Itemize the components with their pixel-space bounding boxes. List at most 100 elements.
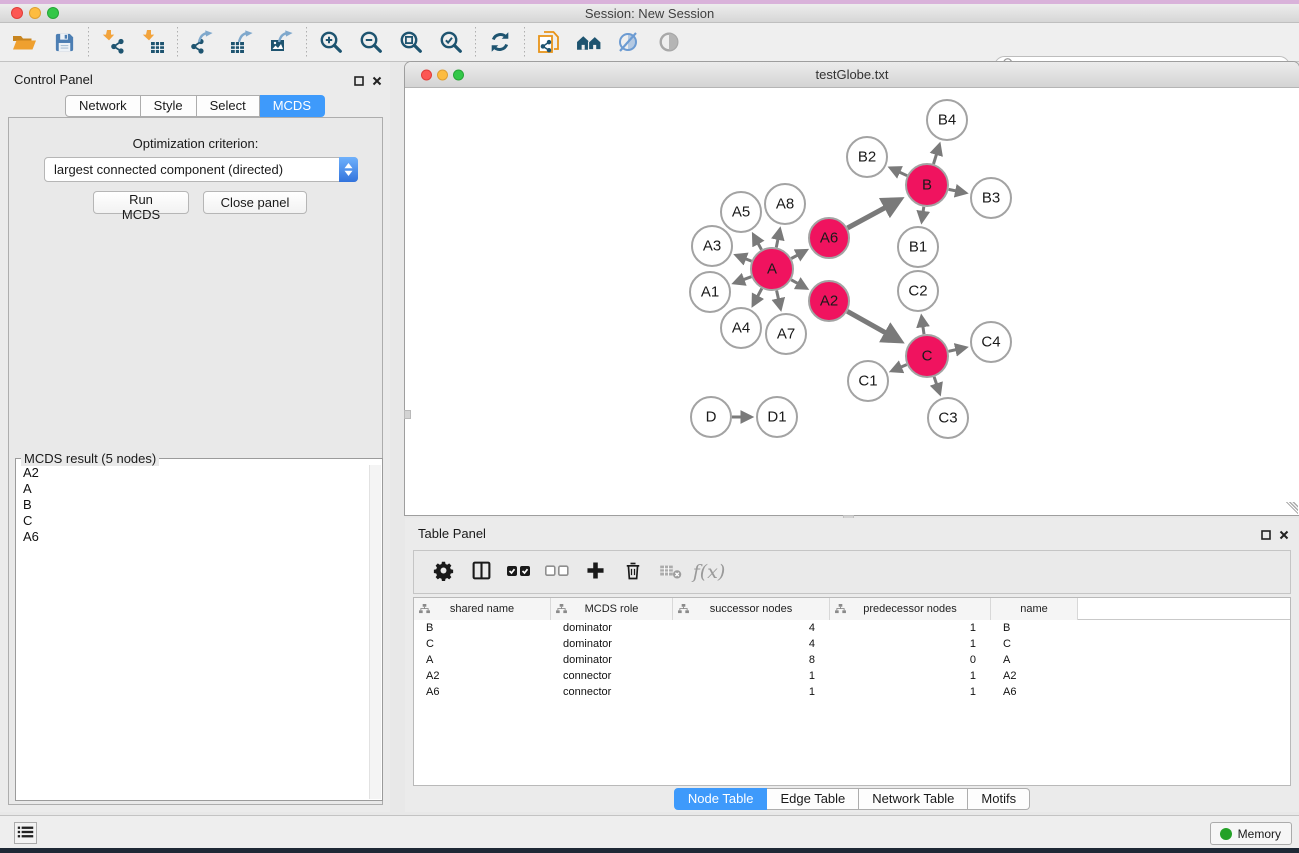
delete-column-button[interactable] xyxy=(616,555,650,589)
edge-C-C4[interactable] xyxy=(949,348,966,352)
close-panel-icon[interactable] xyxy=(1279,527,1289,545)
result-list-item[interactable]: B xyxy=(16,497,369,513)
cell-name[interactable]: A6 xyxy=(991,684,1078,700)
cell-predecessor_nodes[interactable]: 1 xyxy=(830,636,991,652)
criterion-dropdown[interactable]: largest connected component (directed) xyxy=(44,157,358,182)
edge-A-A4[interactable] xyxy=(753,289,762,305)
edge-A-A3[interactable] xyxy=(737,255,752,261)
cell-mcds_role[interactable]: dominator xyxy=(551,620,673,636)
node-C2[interactable]: C2 xyxy=(898,271,938,311)
cell-successor_nodes[interactable]: 4 xyxy=(673,636,830,652)
edge-C-C1[interactable] xyxy=(892,365,907,371)
delete-table-button[interactable] xyxy=(654,555,688,589)
open-session-button[interactable] xyxy=(4,25,44,59)
show-column-panel-button[interactable] xyxy=(464,555,498,589)
cell-mcds_role[interactable]: dominator xyxy=(551,652,673,668)
node-A6[interactable]: A6 xyxy=(809,218,849,258)
edge-B-B3[interactable] xyxy=(949,189,966,192)
tab-select[interactable]: Select xyxy=(197,95,260,117)
node-B3[interactable]: B3 xyxy=(971,178,1011,218)
cell-predecessor_nodes[interactable]: 1 xyxy=(830,668,991,684)
result-list-item[interactable]: A2 xyxy=(16,465,369,481)
network-resize-grip[interactable] xyxy=(1286,502,1298,514)
function-builder-button[interactable]: f(x) xyxy=(692,555,726,589)
cell-predecessor_nodes[interactable]: 0 xyxy=(830,652,991,668)
import-table-button[interactable] xyxy=(133,25,173,59)
node-C1[interactable]: C1 xyxy=(848,361,888,401)
cell-shared_name[interactable]: C xyxy=(414,636,551,652)
cell-predecessor_nodes[interactable]: 1 xyxy=(830,620,991,636)
cell-mcds_role[interactable]: connector xyxy=(551,684,673,700)
birds-eye-view-button[interactable] xyxy=(649,25,689,59)
table-row[interactable]: Adominator80A xyxy=(414,652,1290,668)
tab-network-table[interactable]: Network Table xyxy=(859,788,968,810)
add-column-button[interactable] xyxy=(578,555,612,589)
node-A2[interactable]: A2 xyxy=(809,281,849,321)
table-row[interactable]: Bdominator41B xyxy=(414,620,1290,636)
node-C[interactable]: C xyxy=(906,335,948,377)
cell-successor_nodes[interactable]: 8 xyxy=(673,652,830,668)
edge-A-A6[interactable] xyxy=(791,251,806,259)
cell-mcds_role[interactable]: connector xyxy=(551,668,673,684)
tab-node-table[interactable]: Node Table xyxy=(674,788,768,810)
cell-name[interactable]: C xyxy=(991,636,1078,652)
tab-style[interactable]: Style xyxy=(141,95,197,117)
float-panel-icon[interactable] xyxy=(354,73,364,91)
save-session-button[interactable] xyxy=(44,25,84,59)
node-A8[interactable]: A8 xyxy=(765,184,805,224)
edge-C-C2[interactable] xyxy=(922,317,924,334)
zoom-fit-button[interactable] xyxy=(391,25,431,59)
clone-network-button[interactable] xyxy=(529,25,569,59)
cell-name[interactable]: A xyxy=(991,652,1078,668)
hide-graphics-details-button[interactable] xyxy=(609,25,649,59)
float-panel-icon[interactable] xyxy=(1261,527,1271,545)
result-list-item[interactable]: C xyxy=(16,513,369,529)
column-header-predecessor_nodes[interactable]: predecessor nodes xyxy=(830,598,991,620)
node-D1[interactable]: D1 xyxy=(757,397,797,437)
edge-A-A5[interactable] xyxy=(754,235,762,250)
close-panel-icon[interactable] xyxy=(372,73,382,91)
tab-edge-table[interactable]: Edge Table xyxy=(767,788,859,810)
cell-shared_name[interactable]: A xyxy=(414,652,551,668)
node-B[interactable]: B xyxy=(906,164,948,206)
select-all-columns-button[interactable] xyxy=(502,555,536,589)
node-A3[interactable]: A3 xyxy=(692,226,732,266)
cell-predecessor_nodes[interactable]: 1 xyxy=(830,684,991,700)
export-network-button[interactable] xyxy=(182,25,222,59)
table-row[interactable]: A6connector11A6 xyxy=(414,684,1290,700)
column-header-mcds_role[interactable]: MCDS role xyxy=(551,598,673,620)
node-C3[interactable]: C3 xyxy=(928,398,968,438)
node-A5[interactable]: A5 xyxy=(721,192,761,232)
cell-successor_nodes[interactable]: 1 xyxy=(673,684,830,700)
node-A7[interactable]: A7 xyxy=(766,314,806,354)
run-mcds-button[interactable]: Run MCDS xyxy=(93,191,189,214)
edge-A2-C[interactable] xyxy=(847,311,899,340)
result-list-item[interactable]: A6 xyxy=(16,529,369,545)
memory-button[interactable]: Memory xyxy=(1210,822,1292,845)
tab-motifs[interactable]: Motifs xyxy=(968,788,1030,810)
cell-name[interactable]: B xyxy=(991,620,1078,636)
main-titlebar[interactable]: Session: New Session xyxy=(0,4,1299,23)
unselect-all-columns-button[interactable] xyxy=(540,555,574,589)
zoom-selected-button[interactable] xyxy=(431,25,471,59)
column-header-name[interactable]: name xyxy=(991,598,1078,620)
export-table-button[interactable] xyxy=(222,25,262,59)
canvas-splitter-grip[interactable] xyxy=(404,410,411,419)
export-image-button[interactable] xyxy=(262,25,302,59)
node-C4[interactable]: C4 xyxy=(971,322,1011,362)
result-list-item[interactable]: A xyxy=(16,481,369,497)
table-row[interactable]: A2connector11A2 xyxy=(414,668,1290,684)
node-B1[interactable]: B1 xyxy=(898,227,938,267)
network-window-titlebar[interactable]: testGlobe.txt xyxy=(405,62,1299,88)
node-A1[interactable]: A1 xyxy=(690,272,730,312)
task-history-button[interactable] xyxy=(14,822,37,844)
network-canvas[interactable]: B4B2BB3B1A5A8A6A3AA1A2C2A4A7CC4C1C3DD1 xyxy=(406,88,1298,514)
tab-network[interactable]: Network xyxy=(65,95,141,117)
home-button[interactable] xyxy=(569,25,609,59)
edge-C-C3[interactable] xyxy=(934,377,940,393)
zoom-out-button[interactable] xyxy=(351,25,391,59)
node-A[interactable]: A xyxy=(751,248,793,290)
node-B4[interactable]: B4 xyxy=(927,100,967,140)
node-D[interactable]: D xyxy=(691,397,731,437)
cell-successor_nodes[interactable]: 1 xyxy=(673,668,830,684)
